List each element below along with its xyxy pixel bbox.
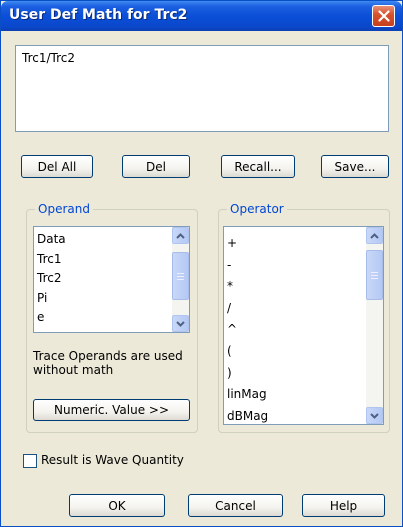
list-item[interactable]: -	[227, 257, 231, 273]
numeric-value-button[interactable]: Numeric. Value >>	[33, 399, 190, 421]
close-button[interactable]	[372, 5, 395, 27]
list-item[interactable]: Data	[37, 231, 66, 247]
list-item[interactable]: ^	[227, 321, 237, 337]
save-button[interactable]: Save...	[321, 155, 389, 178]
title-bar[interactable]: User Def Math for Trc2	[1, 1, 402, 31]
operand-list[interactable]: Data Trc1 Trc2 Pi e	[33, 226, 190, 333]
list-item[interactable]: Trc2	[37, 270, 61, 286]
chevron-up-icon	[176, 232, 185, 239]
window-title: User Def Math for Trc2	[9, 7, 188, 23]
list-item[interactable]: dBMag	[227, 408, 268, 424]
list-item[interactable]: )	[227, 365, 232, 381]
list-item[interactable]: (	[227, 343, 232, 359]
operand-note: Trace Operands are used without math	[33, 349, 183, 377]
operator-legend: Operator	[227, 202, 287, 216]
chevron-down-icon	[176, 320, 185, 327]
operand-scroll-down-button[interactable]	[172, 315, 189, 332]
operator-scroll-thumb[interactable]	[366, 250, 383, 300]
list-item[interactable]: e	[37, 309, 44, 325]
wave-quantity-checkbox[interactable]	[23, 454, 37, 468]
list-item[interactable]: /	[227, 300, 231, 316]
user-def-math-dialog: User Def Math for Trc2 Trc1/Trc2 Del All…	[0, 0, 403, 527]
ok-button[interactable]: OK	[69, 494, 165, 517]
help-button[interactable]: Help	[302, 494, 385, 517]
list-item[interactable]: Pi	[37, 290, 47, 306]
operand-scrollbar[interactable]	[172, 227, 189, 332]
del-all-button[interactable]: Del All	[21, 155, 93, 178]
list-item[interactable]: +	[227, 235, 237, 251]
wave-quantity-label: Result is Wave Quantity	[41, 453, 184, 467]
recall-button[interactable]: Recall...	[221, 155, 295, 178]
operator-scroll-up-button[interactable]	[366, 227, 383, 244]
chevron-down-icon	[370, 412, 379, 419]
list-item[interactable]: Trc1	[37, 251, 61, 267]
operand-legend: Operand	[35, 202, 93, 216]
operator-scroll-down-button[interactable]	[366, 407, 383, 424]
close-icon	[377, 10, 390, 22]
operand-scroll-up-button[interactable]	[172, 227, 189, 244]
list-item[interactable]: linMag	[227, 386, 267, 402]
operand-scroll-thumb[interactable]	[172, 252, 189, 300]
cancel-button[interactable]: Cancel	[188, 494, 283, 517]
del-button[interactable]: Del	[122, 155, 190, 178]
operator-scrollbar[interactable]	[366, 227, 383, 424]
expression-input[interactable]: Trc1/Trc2	[15, 45, 389, 132]
operator-list[interactable]: + - * / ^ () linMag dBMag	[223, 226, 384, 425]
chevron-up-icon	[370, 232, 379, 239]
list-item[interactable]: *	[227, 278, 233, 294]
